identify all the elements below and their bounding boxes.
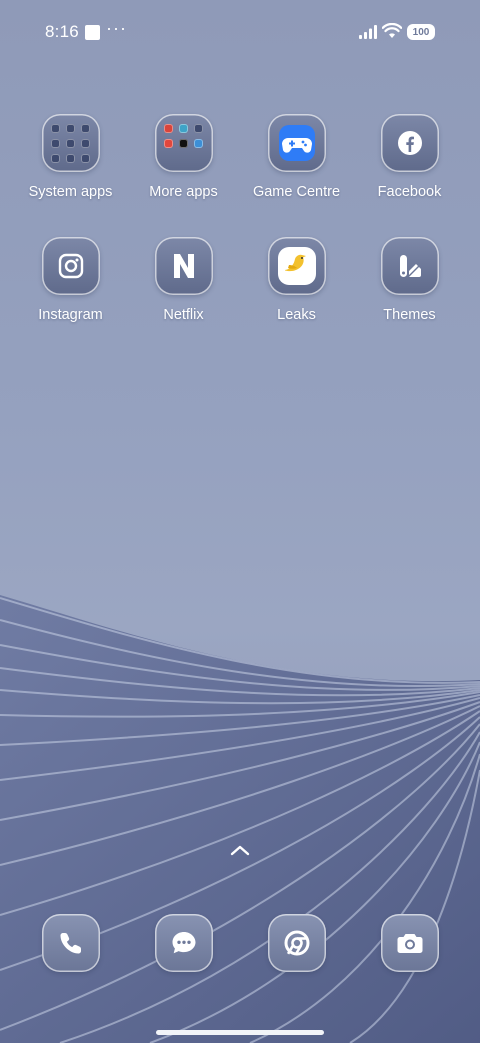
dock-chrome[interactable] bbox=[268, 914, 326, 972]
app-label: Game Centre bbox=[252, 184, 341, 200]
home-indicator[interactable] bbox=[156, 1030, 324, 1035]
wifi-icon bbox=[382, 23, 402, 38]
folder-icon bbox=[41, 114, 100, 172]
app-game-centre[interactable]: Game Centre bbox=[240, 114, 353, 200]
app-label: Themes bbox=[383, 307, 436, 323]
app-label: Facebook bbox=[377, 184, 442, 200]
themes-icon bbox=[380, 237, 439, 295]
phone-icon bbox=[60, 933, 81, 954]
message-icon bbox=[172, 932, 196, 954]
app-themes[interactable]: Themes bbox=[353, 237, 466, 323]
app-label: Netflix bbox=[163, 307, 204, 323]
app-label: More apps bbox=[149, 184, 218, 200]
app-leaks[interactable]: Leaks bbox=[240, 237, 353, 323]
more-notifications-indicator: ··· bbox=[106, 18, 127, 38]
app-label: Leaks bbox=[277, 307, 316, 323]
status-bar: 8:16 ··· 100 bbox=[0, 0, 480, 64]
app-facebook[interactable]: Facebook bbox=[353, 114, 466, 200]
bird-icon bbox=[267, 237, 326, 295]
app-instagram[interactable]: Instagram bbox=[14, 237, 127, 323]
cellular-signal-icon bbox=[359, 25, 377, 39]
app-netflix[interactable]: Netflix bbox=[127, 237, 240, 323]
netflix-icon bbox=[154, 237, 213, 295]
clock: 8:16 bbox=[45, 22, 79, 41]
chevron-up-icon[interactable] bbox=[228, 843, 252, 857]
app-label: Instagram bbox=[38, 307, 103, 323]
app-label: System apps bbox=[28, 184, 113, 200]
gamepad-icon bbox=[267, 114, 326, 172]
facebook-icon bbox=[380, 114, 439, 172]
instagram-icon bbox=[41, 237, 100, 295]
app-more-apps[interactable]: More apps bbox=[127, 114, 240, 200]
notification-icon bbox=[85, 25, 100, 40]
app-system-apps[interactable]: System apps bbox=[14, 114, 127, 200]
dock-camera[interactable] bbox=[381, 914, 439, 972]
chrome-icon bbox=[284, 930, 310, 956]
dock-messages[interactable] bbox=[155, 914, 213, 972]
camera-icon bbox=[397, 934, 423, 953]
folder-icon bbox=[154, 114, 213, 172]
battery-icon: 100 bbox=[407, 24, 435, 40]
dock-phone[interactable] bbox=[42, 914, 100, 972]
